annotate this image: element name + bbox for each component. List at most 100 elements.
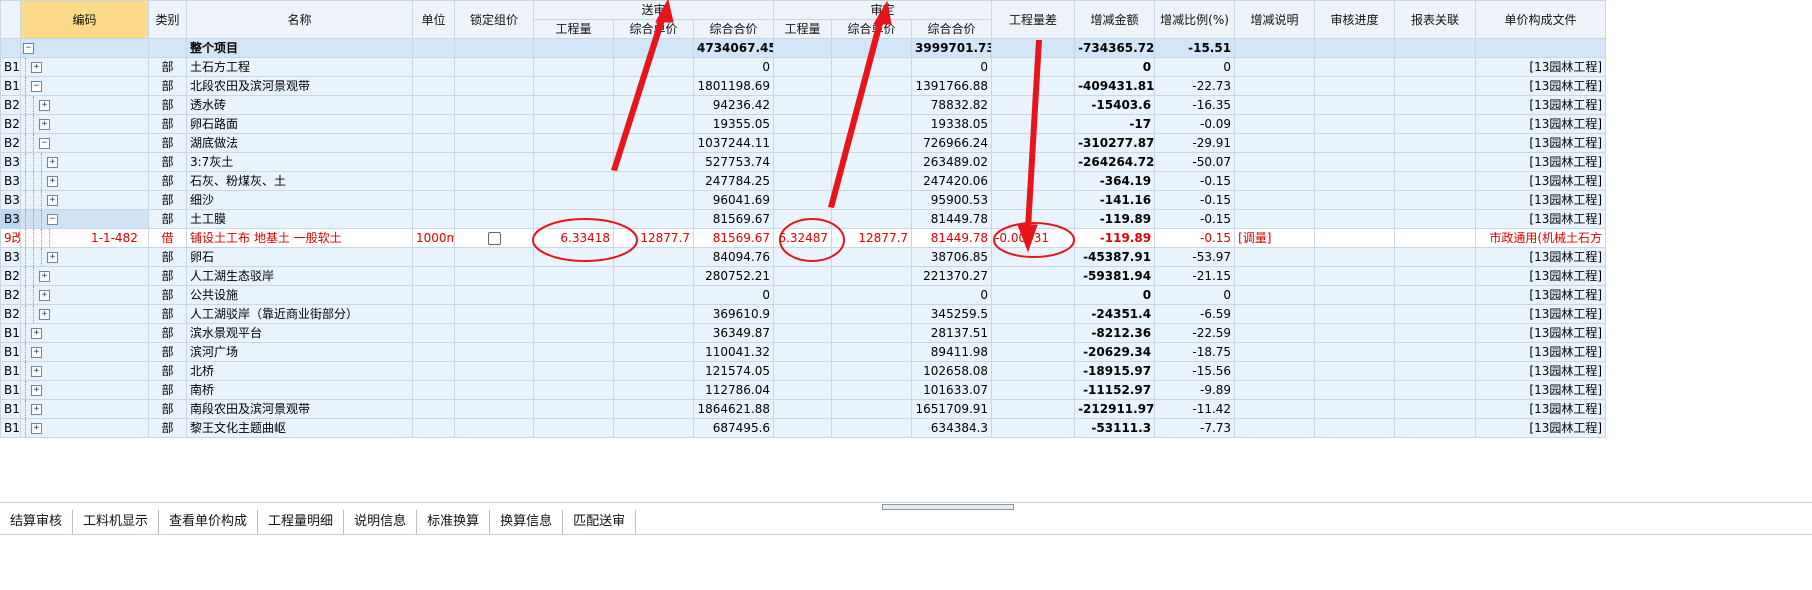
row-submitted-price[interactable] [613, 285, 694, 305]
row-unit[interactable] [412, 171, 455, 191]
row-delta-pct[interactable]: -0.15 [1154, 228, 1236, 248]
row-delta-amount[interactable]: -20629.34 [1074, 342, 1156, 362]
row-price-file[interactable]: [13园林工程] [1475, 361, 1607, 381]
row-delta-pct[interactable]: -0.09 [1154, 114, 1236, 134]
row-qty-diff[interactable] [991, 95, 1076, 115]
row-code[interactable]: B2 [0, 133, 21, 153]
row-audit-progress[interactable] [1314, 171, 1396, 191]
row-unit[interactable] [412, 190, 455, 210]
row-approved-qty[interactable] [773, 152, 833, 172]
row-approved-price[interactable] [831, 399, 913, 419]
row-approved-total[interactable]: 1651709.91 [911, 399, 993, 419]
row-submitted-price[interactable] [613, 209, 694, 229]
row-approved-price[interactable] [831, 190, 913, 210]
row-type[interactable]: 部 [148, 76, 187, 96]
expand-icon[interactable]: + [31, 423, 42, 434]
row-delta-pct[interactable]: 0 [1154, 285, 1236, 305]
row-submitted-price[interactable] [613, 190, 694, 210]
row-delta-amount[interactable]: -212911.97 [1074, 399, 1156, 419]
header-unit[interactable]: 单位 [412, 0, 455, 39]
row-unit[interactable] [412, 323, 455, 343]
row-delta-amount[interactable]: -119.89 [1074, 209, 1156, 229]
tab-7[interactable]: 换算信息 [490, 510, 564, 534]
row-submitted-price[interactable] [613, 57, 694, 77]
expand-icon[interactable]: + [39, 119, 50, 130]
row-submitted-price[interactable] [613, 114, 694, 134]
row-delta-amount[interactable]: -24351.4 [1074, 304, 1156, 324]
row-approved-price[interactable] [831, 380, 913, 400]
row-approved-price[interactable] [831, 285, 913, 305]
row-code[interactable]: B1 [0, 342, 21, 362]
tab-1[interactable]: 结算审核 [0, 510, 74, 534]
row-unit[interactable] [412, 399, 455, 419]
row-type[interactable]: 部 [148, 133, 187, 153]
row-qty-diff[interactable] [991, 304, 1076, 324]
row-price-file[interactable]: [13园林工程] [1475, 342, 1607, 362]
tab-8[interactable]: 匹配送审 [563, 510, 637, 534]
row-unit[interactable] [412, 57, 455, 77]
row-delta-pct[interactable]: -0.15 [1154, 171, 1236, 191]
row-price-file[interactable]: [13园林工程] [1475, 152, 1607, 172]
row-code[interactable]: B2 [0, 266, 21, 286]
row-submitted-qty[interactable] [533, 209, 614, 229]
row-approved-total[interactable]: 0 [911, 57, 993, 77]
row-delta-pct[interactable]: -7.73 [1154, 418, 1236, 438]
row-code[interactable]: B1 [0, 361, 21, 381]
row-approved-total[interactable]: 101633.07 [911, 380, 993, 400]
row-unit[interactable] [412, 266, 455, 286]
row-submitted-qty[interactable] [533, 190, 614, 210]
row-audit-progress[interactable] [1314, 76, 1396, 96]
table-row[interactable]: B2 + 部公共设施 0 0 0 0 [13园林工程] [0, 285, 1607, 305]
row-submitted-qty[interactable] [533, 380, 614, 400]
row-approved-qty[interactable] [773, 418, 833, 438]
row-audit-progress[interactable] [1314, 380, 1396, 400]
expand-icon[interactable]: + [39, 309, 50, 320]
header-delta-pct[interactable]: 增减比例(%) [1154, 0, 1236, 39]
row-type[interactable]: 部 [148, 209, 187, 229]
table-row[interactable]: B2 + 部人工湖生态驳岸 280752.21 221370.27 -59381.94 -2… [0, 266, 1607, 286]
row-name[interactable]: 公共设施 [186, 285, 413, 305]
row-report-link[interactable] [1394, 57, 1477, 77]
row-approved-price[interactable] [831, 57, 913, 77]
row-name[interactable]: 南桥 [186, 380, 413, 400]
row-submitted-price[interactable] [613, 266, 694, 286]
row-qty-diff[interactable] [991, 38, 1076, 58]
table-row[interactable]: B3 + 部细沙 96041.69 95900.53 -141.16 -0.15 [13园林工… [0, 190, 1607, 210]
row-approved-qty[interactable] [773, 114, 833, 134]
expand-icon[interactable]: + [31, 62, 42, 73]
row-report-link[interactable] [1394, 304, 1477, 324]
table-row[interactable]: B3 + 部石灰、粉煤灰、土 247784.25 247420.06 -364.19 -0.… [0, 171, 1607, 191]
row-submitted-price[interactable] [613, 304, 694, 324]
row-qty-diff[interactable] [991, 399, 1076, 419]
row-unit[interactable] [412, 95, 455, 115]
row-name[interactable]: 铺设土工布 地基土 一般软土 [186, 228, 413, 248]
row-submitted-price[interactable] [613, 399, 694, 419]
row-audit-progress[interactable] [1314, 418, 1396, 438]
row-approved-price[interactable] [831, 323, 913, 343]
row-submitted-qty[interactable] [533, 95, 614, 115]
row-delta-amount[interactable]: -17 [1074, 114, 1156, 134]
row-qty-diff[interactable] [991, 380, 1076, 400]
expand-icon[interactable]: + [31, 385, 42, 396]
table-row[interactable]: B1− 部北段农田及滨河景观带 1801198.69 1391766.88 -40943… [0, 76, 1607, 96]
row-approved-price[interactable] [831, 418, 913, 438]
row-type[interactable]: 部 [148, 266, 187, 286]
row-delta-amount[interactable]: -59381.94 [1074, 266, 1156, 286]
row-code[interactable]: B1 [0, 76, 21, 96]
row-delta-pct[interactable]: -29.91 [1154, 133, 1236, 153]
row-delta-note[interactable] [1234, 171, 1316, 191]
row-submitted-total[interactable]: 369610.9 [692, 304, 775, 324]
row-approved-total[interactable]: 95900.53 [911, 190, 993, 210]
row-submitted-qty[interactable] [533, 76, 614, 96]
row-submitted-total[interactable]: 121574.05 [692, 361, 775, 381]
row-delta-amount[interactable]: 0 [1074, 285, 1156, 305]
row-submitted-price[interactable] [613, 380, 694, 400]
row-audit-progress[interactable] [1314, 361, 1396, 381]
row-submitted-price[interactable] [613, 418, 694, 438]
tab-5[interactable]: 说明信息 [344, 510, 418, 534]
row-delta-note[interactable] [1234, 342, 1316, 362]
row-report-link[interactable] [1394, 399, 1477, 419]
row-submitted-total[interactable]: 81569.67 [692, 228, 775, 248]
row-submitted-qty[interactable] [533, 152, 614, 172]
row-unit[interactable]: 1000m2 [412, 228, 455, 248]
